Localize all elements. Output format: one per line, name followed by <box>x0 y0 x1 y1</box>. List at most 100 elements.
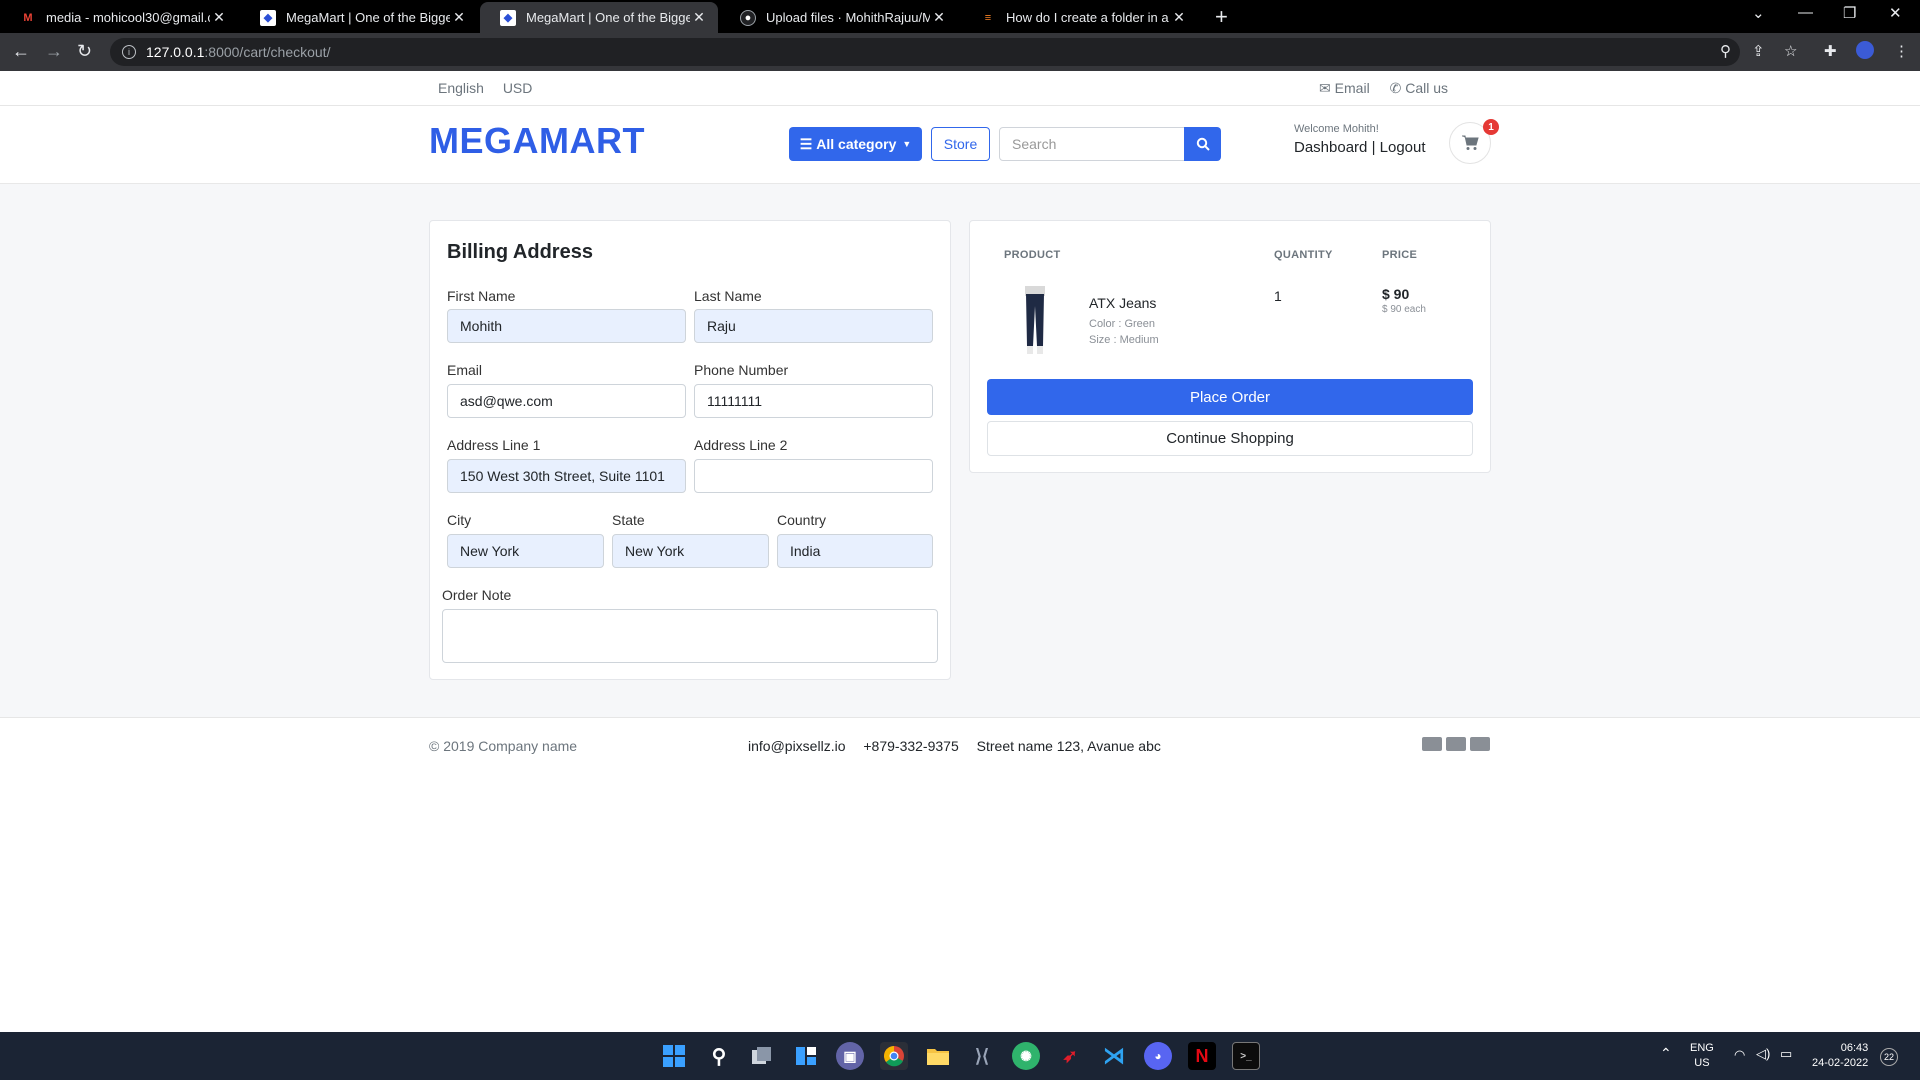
address-bar[interactable]: i 127.0.0.1 :8000/cart/checkout/ <box>110 38 1740 66</box>
tab-search-icon[interactable]: ⌄ <box>1752 4 1765 22</box>
product-color: Color : Green <box>1089 318 1156 330</box>
state-field[interactable]: New York <box>612 534 769 568</box>
copyright-text: © 2019 Company name <box>429 738 578 754</box>
input-language-indicator[interactable]: ENG US <box>1690 1041 1714 1071</box>
clock[interactable]: 06:43 24-02-2022 <box>1812 1041 1868 1071</box>
vscode-icon[interactable]: ⋊ <box>1100 1042 1128 1070</box>
order-note-textarea[interactable] <box>442 609 938 663</box>
forward-icon[interactable]: → <box>45 41 63 62</box>
share-icon[interactable]: ⇪ <box>1752 42 1765 60</box>
bookmark-star-icon[interactable]: ☆ <box>1784 42 1797 60</box>
volume-icon[interactable]: ◁) <box>1756 1046 1770 1061</box>
close-tab-icon[interactable]: ✕ <box>690 9 708 26</box>
address-line-2-field[interactable] <box>694 459 933 493</box>
close-tab-icon[interactable]: ✕ <box>1170 9 1188 26</box>
place-order-button[interactable]: Place Order <box>987 379 1473 415</box>
billing-title: Billing Address <box>447 241 593 263</box>
stackoverflow-icon: ≡ <box>984 11 992 24</box>
logout-link[interactable]: Logout <box>1380 139 1426 156</box>
address-line-2-label: Address Line 2 <box>694 437 788 453</box>
site-topbar: English USD ✉ Email ✆ Call us <box>0 71 1920 106</box>
envelope-icon: ✉ <box>1319 80 1331 96</box>
first-name-field[interactable]: Mohith <box>447 309 686 343</box>
visa-icon <box>1422 737 1442 751</box>
close-tab-icon[interactable]: ✕ <box>210 9 228 26</box>
close-tab-icon[interactable]: ✕ <box>450 9 468 26</box>
tab-gmail[interactable]: M media - mohicool30@gmail.com ✕ <box>0 2 238 33</box>
language-selector[interactable]: English <box>438 80 484 96</box>
product-price-each: $ 90 each <box>1382 304 1426 315</box>
all-category-label: All category <box>816 136 897 152</box>
reload-icon[interactable]: ↻ <box>77 41 92 62</box>
product-name[interactable]: ATX Jeans <box>1089 295 1156 311</box>
tab-stackoverflow[interactable]: ≡ How do I create a folder in a GitHub r… <box>960 2 1198 33</box>
url-path: :8000/cart/checkout/ <box>204 44 331 60</box>
email-link[interactable]: ✉ Email <box>1319 80 1370 96</box>
currency-selector[interactable]: USD <box>503 80 533 96</box>
discord-icon[interactable]: ◕ <box>1144 1042 1172 1070</box>
minimize-button[interactable]: — <box>1798 4 1813 21</box>
search-icon[interactable]: ⚲ <box>705 1042 733 1070</box>
profile-avatar[interactable] <box>1856 41 1874 59</box>
predator-sense-icon[interactable]: ⟩⟨ <box>968 1042 996 1070</box>
country-field[interactable]: India <box>777 534 933 568</box>
cart-count-badge: 1 <box>1483 119 1499 135</box>
last-name-field[interactable]: Raju <box>694 309 933 343</box>
search-button[interactable] <box>1184 127 1221 161</box>
netflix-icon[interactable]: N <box>1188 1042 1216 1070</box>
product-thumbnail <box>1025 286 1045 354</box>
windows-start-icon[interactable] <box>660 1042 688 1070</box>
address-line-1-field[interactable]: 150 West 30th Street, Suite 1101 <box>447 459 686 493</box>
search-input[interactable]: Search <box>999 127 1185 161</box>
site-logo[interactable]: MEGAMART <box>429 120 645 162</box>
megamart-icon: ◆ <box>500 9 516 26</box>
widgets-icon[interactable] <box>792 1042 820 1070</box>
site-info-icon[interactable]: i <box>122 45 136 59</box>
tab-megamart-active[interactable]: ◆ MegaMart | One of the Biggest Online S… <box>480 2 718 33</box>
back-icon[interactable]: ← <box>12 41 30 62</box>
welcome-text: Welcome Mohith! <box>1294 123 1379 135</box>
phone-field[interactable]: 11111111 <box>694 384 933 418</box>
site-footer: © 2019 Company name info@pixsellz.io +87… <box>0 717 1920 777</box>
tab-megamart-1[interactable]: ◆ MegaMart | One of the Biggest Online S… <box>240 2 478 33</box>
mastercard-icon <box>1470 737 1490 751</box>
order-summary-card: PRODUCT QUANTITY PRICE ATX Jeans Color :… <box>969 220 1491 473</box>
menu-icon[interactable]: ⋮ <box>1894 42 1909 60</box>
terminal-icon[interactable]: >_ <box>1232 1042 1260 1070</box>
dashboard-link[interactable]: Dashboard <box>1294 139 1367 156</box>
store-button[interactable]: Store <box>931 127 990 161</box>
email-field[interactable]: asd@qwe.com <box>447 384 686 418</box>
close-window-button[interactable]: ✕ <box>1889 4 1902 22</box>
wifi-icon[interactable]: ◠ <box>1734 1047 1745 1062</box>
close-tab-icon[interactable]: ✕ <box>930 9 948 26</box>
tab-github[interactable]: ● Upload files · MohithRajuu/MegaMart ✕ <box>720 2 958 33</box>
all-category-button[interactable]: ☰ All category ▼ <box>789 127 922 161</box>
notification-count-badge[interactable]: 22 <box>1880 1048 1898 1066</box>
cart-icon <box>1462 135 1479 150</box>
checkout-section <box>0 184 1920 717</box>
teams-chat-icon[interactable]: ▣ <box>836 1042 864 1070</box>
zoom-icon[interactable]: ⚲ <box>1720 42 1731 60</box>
caret-down-icon: ▼ <box>902 139 912 149</box>
chrome-icon[interactable] <box>880 1042 908 1070</box>
show-hidden-icons-icon[interactable]: ⌃ <box>1660 1046 1672 1061</box>
file-explorer-icon[interactable] <box>924 1042 952 1070</box>
redragon-icon[interactable]: ➶ <box>1056 1042 1084 1070</box>
menu-bars-icon: ☰ <box>799 135 813 152</box>
lang-bottom: US <box>1694 1057 1710 1069</box>
city-field[interactable]: New York <box>447 534 604 568</box>
task-view-icon[interactable] <box>748 1042 776 1070</box>
tab-title: media - mohicool30@gmail.com <box>46 10 210 25</box>
quantity-column-header: QUANTITY <box>1274 249 1333 261</box>
continue-shopping-button[interactable]: Continue Shopping <box>987 421 1473 456</box>
restore-button[interactable]: ❐ <box>1843 4 1856 22</box>
chatgpt-app-icon[interactable]: ✺ <box>1012 1042 1040 1070</box>
search-icon <box>1196 137 1210 151</box>
product-price: $ 90 <box>1382 286 1410 302</box>
battery-icon[interactable]: ▭ <box>1780 1046 1792 1061</box>
tab-title: How do I create a folder in a GitHub rep… <box>1006 10 1170 25</box>
address-line-1-label: Address Line 1 <box>447 437 541 453</box>
call-link[interactable]: ✆ Call us <box>1390 80 1448 96</box>
new-tab-button[interactable]: + <box>1215 4 1228 30</box>
extensions-icon[interactable]: ✚ <box>1824 42 1837 60</box>
